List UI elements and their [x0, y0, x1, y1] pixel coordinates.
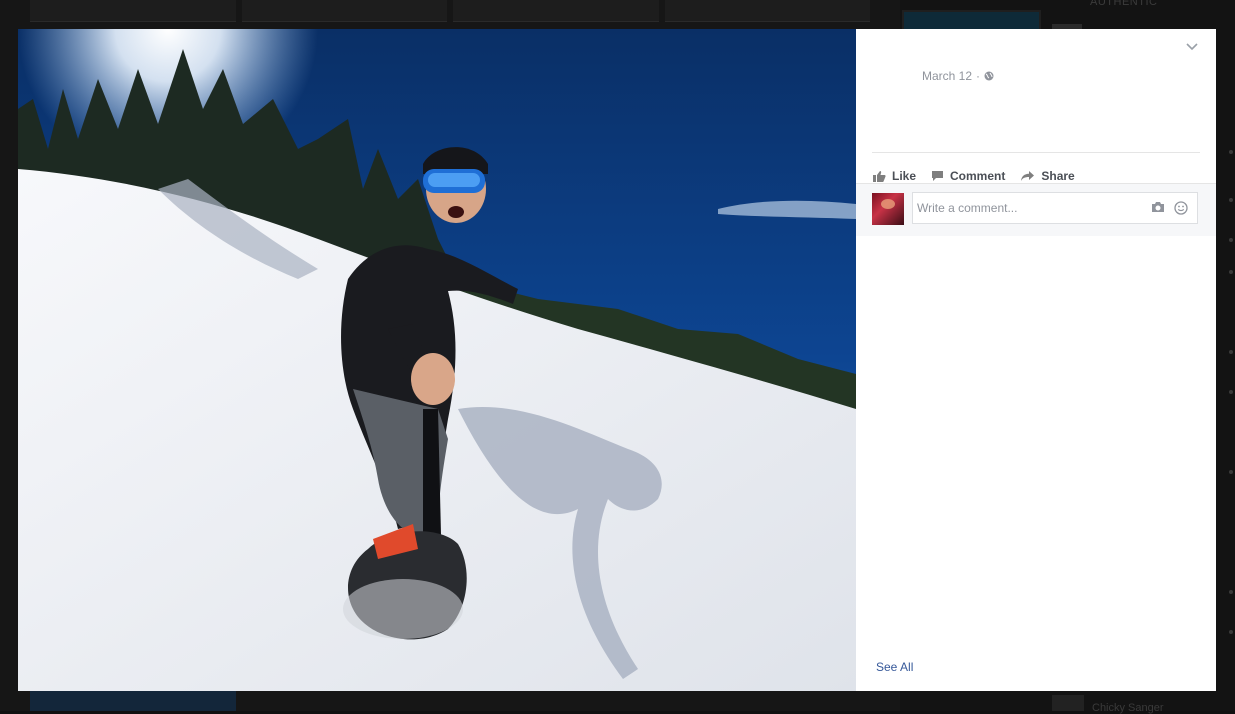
comment-composer: [856, 183, 1216, 236]
share-button[interactable]: Share: [1020, 169, 1075, 183]
comment-button[interactable]: Comment: [931, 169, 1005, 183]
background-photo-strip: [30, 0, 870, 22]
post-meta: March 12 ·: [922, 69, 994, 83]
photo-image: [18, 29, 856, 691]
background-sidebar-heading: AUTHENTIC: [1090, 0, 1158, 8]
background-bottom-avatar: [1052, 695, 1084, 711]
post-sidebar: March 12 · Like Comment Share Write a co…: [856, 29, 1216, 691]
smiley-icon[interactable]: [1174, 201, 1188, 215]
share-icon: [1021, 171, 1035, 181]
options-chevron-icon[interactable]: [1186, 43, 1198, 51]
globe-icon: [984, 71, 994, 81]
share-label: Share: [1041, 169, 1075, 183]
background-bottom-thumbnail: [30, 691, 236, 711]
camera-icon[interactable]: [1151, 201, 1165, 213]
background-bottom-label: Chicky Sanger: [1092, 702, 1164, 714]
like-icon: [873, 170, 886, 182]
like-button[interactable]: Like: [872, 169, 916, 183]
comment-label: Comment: [950, 169, 1006, 183]
comment-icon: [932, 171, 944, 181]
avatar[interactable]: [872, 193, 904, 225]
background-list-dots: [1226, 150, 1235, 670]
photo[interactable]: [18, 29, 856, 691]
post-date[interactable]: March 12: [922, 69, 972, 83]
see-all-link[interactable]: See All: [876, 660, 913, 674]
photo-viewer: March 12 · Like Comment Share Write a co…: [18, 29, 1216, 691]
like-label: Like: [892, 169, 917, 183]
meta-separator: ·: [976, 69, 981, 83]
